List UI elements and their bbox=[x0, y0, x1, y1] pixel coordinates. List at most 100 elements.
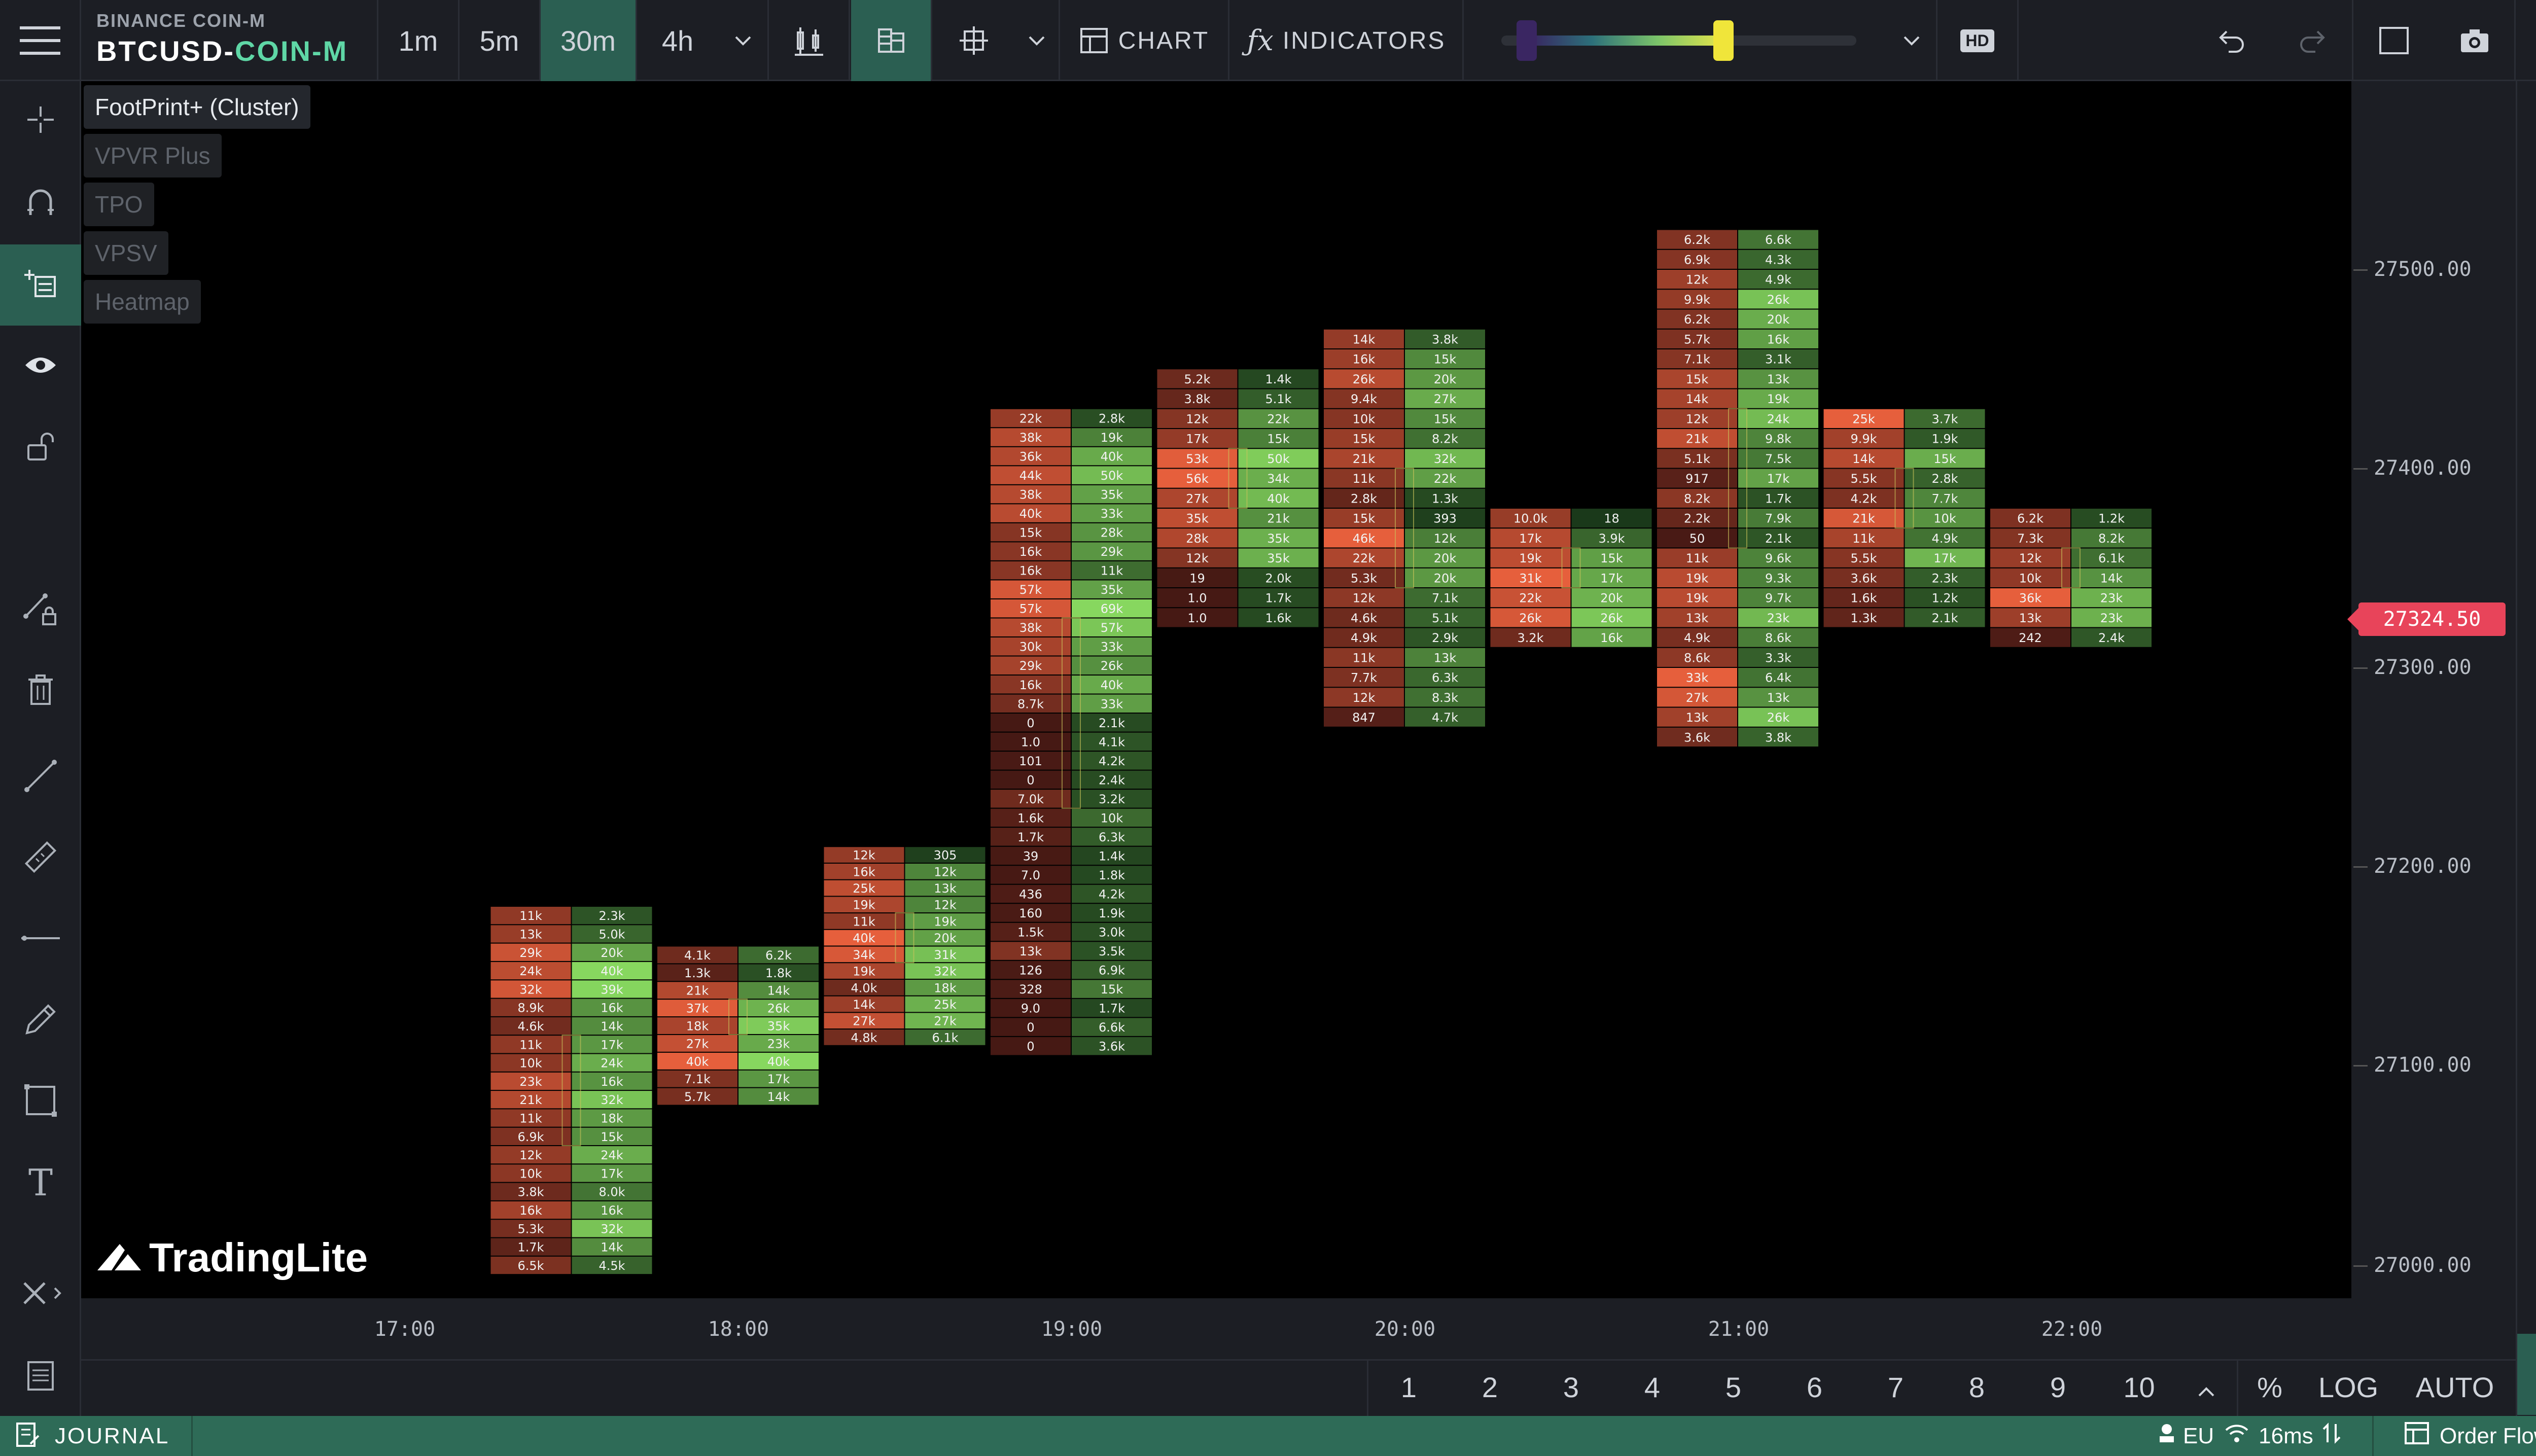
bid-volume-label: 27k bbox=[1186, 491, 1209, 506]
layout-page-10[interactable]: 10 bbox=[2112, 1364, 2166, 1410]
ask-volume-label: 15k bbox=[1434, 412, 1457, 426]
page-label: 9 bbox=[2050, 1371, 2066, 1403]
bid-volume-label: 40k bbox=[1019, 507, 1042, 521]
ask-volume-label: 24k bbox=[601, 1148, 623, 1162]
slider-fill bbox=[1526, 35, 1723, 46]
delete-drawings-tool[interactable] bbox=[15, 665, 66, 716]
page-label: 8 bbox=[1968, 1371, 1985, 1403]
layout-page-8[interactable]: 8 bbox=[1950, 1364, 2003, 1410]
bid-volume-label: 11k bbox=[1686, 551, 1709, 565]
timeframe-dropdown[interactable] bbox=[718, 0, 769, 81]
price-tick-label: 27000.00 bbox=[2374, 1254, 2472, 1277]
bid-volume-label: 13k bbox=[1686, 711, 1709, 725]
layout-page-9[interactable]: 9 bbox=[2031, 1364, 2085, 1410]
layout-dropdown[interactable] bbox=[1014, 0, 1060, 81]
ideas-button[interactable] bbox=[2531, 259, 2536, 309]
layout-page-2[interactable]: 2 bbox=[1463, 1364, 1517, 1410]
bid-volume-label: 29k bbox=[519, 946, 542, 960]
bid-volume-label: 16k bbox=[1353, 352, 1376, 367]
heatmap-range-slider[interactable] bbox=[1501, 20, 1856, 61]
bid-volume-label: 29k bbox=[1019, 659, 1042, 673]
time-axis[interactable] bbox=[81, 1298, 2516, 1359]
layout-page-3[interactable]: 3 bbox=[1544, 1364, 1598, 1410]
bid-volume-label: 5.7k bbox=[684, 1090, 711, 1104]
layout-page-5[interactable]: 5 bbox=[1707, 1364, 1760, 1410]
bid-volume-label: 9.9k bbox=[1684, 293, 1710, 307]
lock-drawings-tool[interactable] bbox=[15, 584, 66, 635]
layout-button[interactable] bbox=[933, 0, 1014, 81]
ask-volume-label: 29k bbox=[1101, 545, 1123, 559]
timeframe-1m[interactable]: 1m bbox=[378, 0, 460, 81]
text-tool[interactable]: T bbox=[15, 1157, 66, 1208]
timeframe-30m[interactable]: 30m bbox=[541, 0, 637, 81]
menu-button[interactable] bbox=[0, 0, 81, 81]
slider-min-handle[interactable] bbox=[1517, 20, 1537, 61]
bid-volume-label: 5.3k bbox=[1351, 571, 1377, 585]
ask-volume-label: 7.1k bbox=[1432, 591, 1458, 606]
chart-canvas[interactable]: 11k 2.3k 13k 5.0k 29k 20k 24k 40k 32k 39k 8.9k 16k 4… bbox=[81, 81, 2351, 1298]
layout-page-6[interactable]: 6 bbox=[1788, 1364, 1841, 1410]
magnet-tool[interactable] bbox=[15, 177, 66, 228]
bid-volume-label: 7.1k bbox=[1684, 352, 1710, 367]
symbol-selector[interactable]: BINANCE COIN-M BTCUSD-COIN-M bbox=[96, 10, 375, 71]
bid-volume-label: 28k bbox=[1186, 531, 1209, 546]
ask-volume-label: 20k bbox=[1767, 312, 1790, 327]
lock-tool[interactable] bbox=[15, 422, 66, 473]
fullscreen-button[interactable] bbox=[2353, 0, 2435, 81]
indicators-button[interactable]: ƒx INDICATORS bbox=[1230, 0, 1464, 81]
timeframe-5m[interactable]: 5m bbox=[460, 0, 541, 81]
ask-volume-label: 3.0k bbox=[1099, 926, 1125, 940]
ask-volume-label: 6.6k bbox=[1765, 233, 1791, 247]
screenshot-button[interactable] bbox=[2435, 0, 2516, 81]
guide-button[interactable] bbox=[2531, 95, 2536, 146]
support-button[interactable] bbox=[2531, 1269, 2536, 1320]
journal-button[interactable]: JOURNAL bbox=[15, 1416, 193, 1456]
auto-scale-button[interactable]: AUTO bbox=[2404, 1364, 2506, 1410]
bid-volume-label: 44k bbox=[1019, 469, 1042, 483]
timeframe-4h[interactable]: 4h bbox=[637, 0, 718, 81]
pages-collapse-button[interactable] bbox=[2181, 1364, 2232, 1410]
measure-tool[interactable] bbox=[15, 833, 66, 883]
layout-page-1[interactable]: 1 bbox=[1382, 1364, 1435, 1410]
ask-volume-label: 2.3k bbox=[1931, 571, 1958, 585]
hd-toggle[interactable]: HD bbox=[1938, 0, 2019, 81]
rectangle-tool[interactable] bbox=[15, 1076, 66, 1127]
notes-tool[interactable] bbox=[15, 1350, 66, 1401]
redo-button[interactable] bbox=[2272, 0, 2353, 81]
percent-scale-button[interactable]: % bbox=[2244, 1364, 2295, 1410]
visibility-toggle[interactable] bbox=[15, 341, 66, 392]
chart-settings-button[interactable]: CHART bbox=[1061, 0, 1229, 81]
layout-page-4[interactable]: 4 bbox=[1626, 1364, 1679, 1410]
ask-volume-label: 3.7k bbox=[1931, 412, 1958, 426]
overlay-tool[interactable] bbox=[0, 244, 81, 326]
order-flow-button[interactable]: Order Flow bbox=[2404, 1416, 2536, 1456]
slider-dropdown[interactable] bbox=[1887, 0, 1938, 81]
footprint-button[interactable] bbox=[851, 0, 932, 81]
overlay-vpsv[interactable]: VPSV bbox=[84, 231, 168, 275]
more-tools[interactable] bbox=[9, 1269, 75, 1320]
candles-button[interactable] bbox=[769, 0, 850, 81]
chat-button[interactable] bbox=[2531, 177, 2536, 228]
bid-volume-label: 6.2k bbox=[1684, 312, 1710, 327]
draw-settings-button[interactable] bbox=[2531, 1188, 2536, 1238]
bid-volume-label: 14k bbox=[1686, 392, 1709, 406]
horizontal-line-tool[interactable] bbox=[15, 914, 66, 965]
bid-volume-label: 16k bbox=[1019, 678, 1042, 692]
log-scale-button[interactable]: LOG bbox=[2303, 1364, 2394, 1410]
bid-volume-label: 13k bbox=[2019, 611, 2042, 625]
crosshair-tool[interactable] bbox=[15, 95, 66, 146]
watchlist-button[interactable] bbox=[2516, 0, 2536, 81]
collapse-panel-button[interactable] bbox=[2517, 1334, 2536, 1415]
ask-volume-label: 32k bbox=[601, 1222, 623, 1236]
slider-max-handle[interactable] bbox=[1713, 20, 1734, 61]
brush-tool[interactable] bbox=[15, 995, 66, 1046]
connection-status[interactable]: EU 16ms bbox=[2156, 1416, 2374, 1456]
overlay-heatmap[interactable]: Heatmap bbox=[84, 280, 201, 324]
ask-volume-label: 8.0k bbox=[598, 1185, 625, 1199]
layout-page-7[interactable]: 7 bbox=[1869, 1364, 1922, 1410]
overlay-footprint[interactable]: FootPrint+ (Cluster) bbox=[84, 85, 310, 129]
overlay-vpvr-plus[interactable]: VPVR Plus bbox=[84, 134, 222, 177]
undo-button[interactable] bbox=[2191, 0, 2272, 81]
trendline-tool[interactable] bbox=[15, 752, 66, 802]
overlay-tpo[interactable]: TPO bbox=[84, 183, 154, 226]
